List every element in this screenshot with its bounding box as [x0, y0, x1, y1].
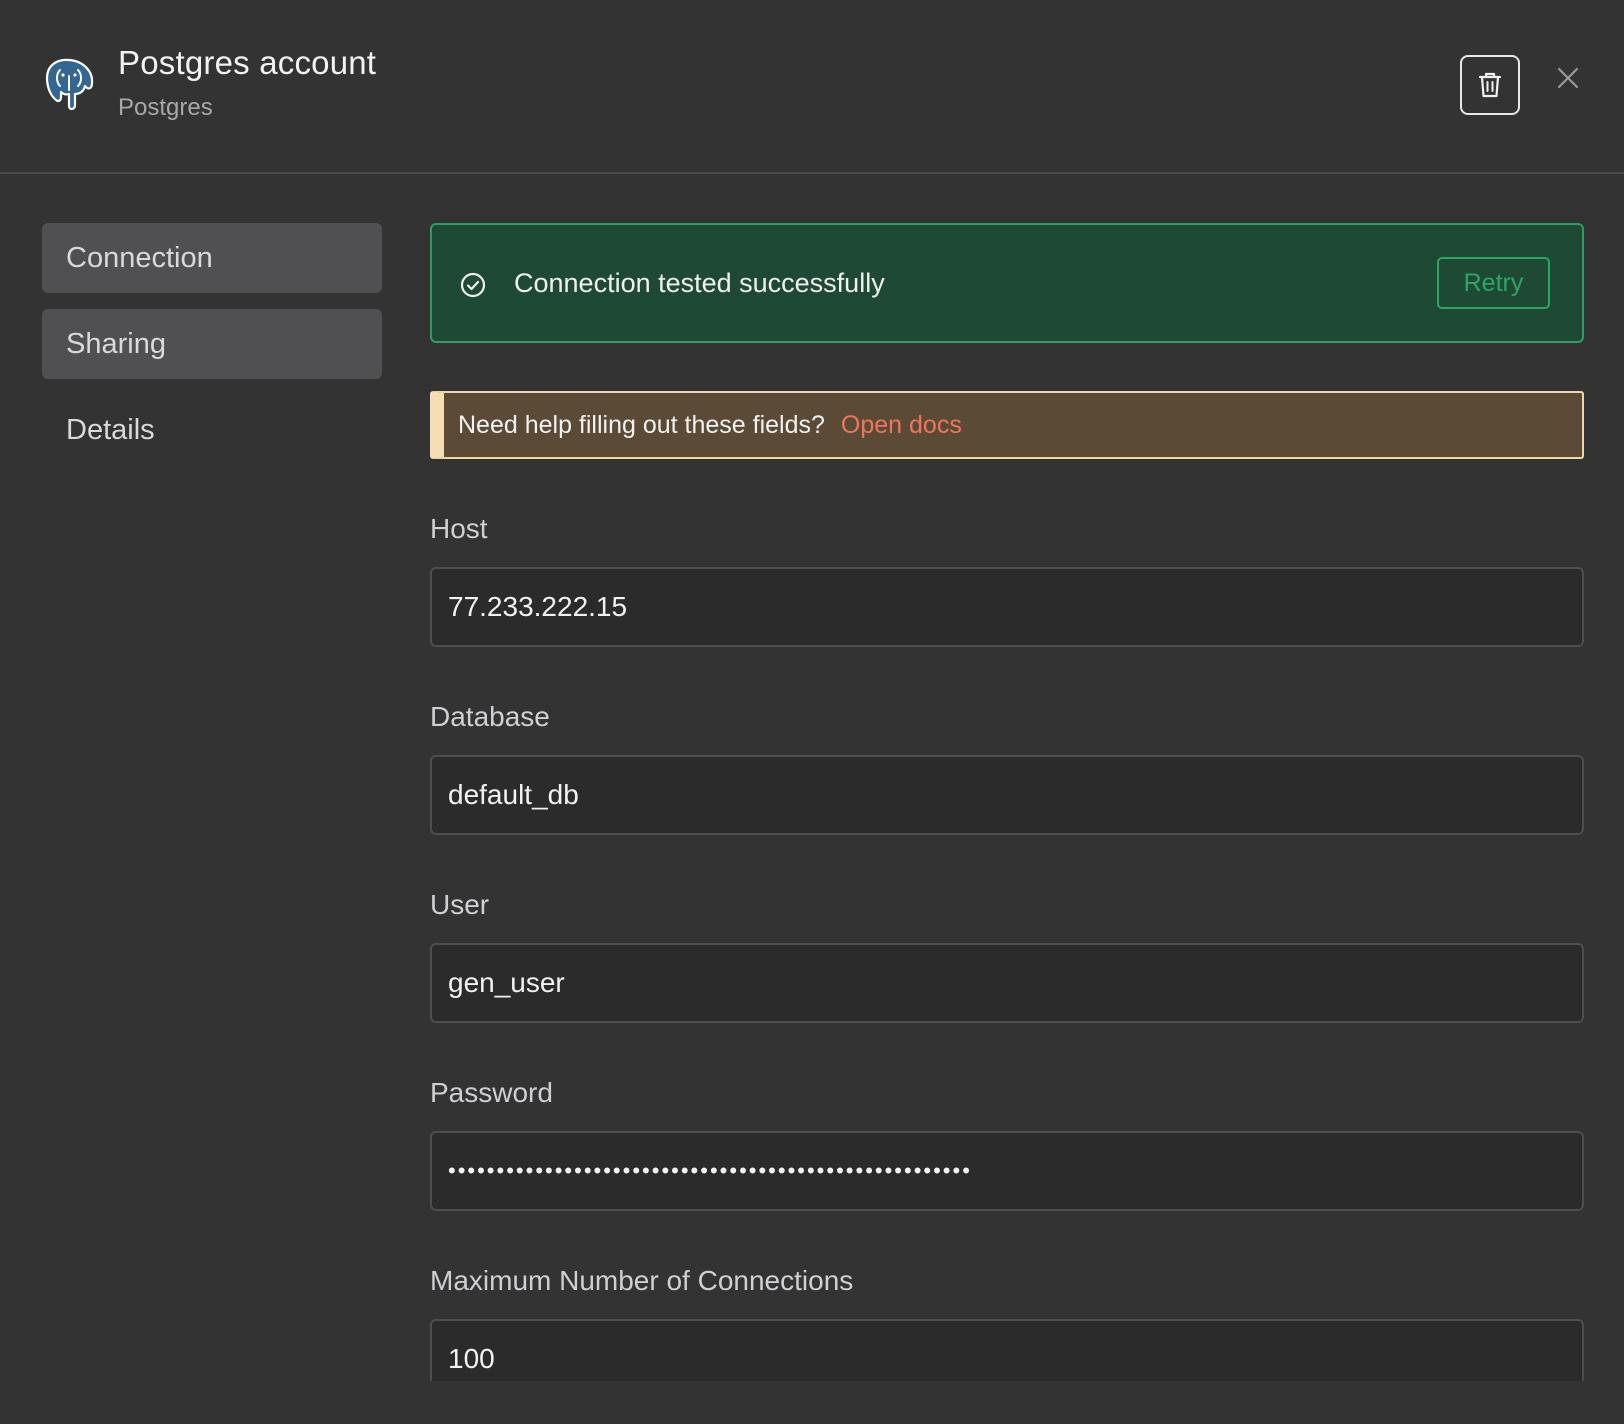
database-label: Database [430, 701, 550, 732]
sidebar-item-connection[interactable]: Connection [42, 223, 382, 293]
connection-status-banner: Connection tested successfully Retry [430, 223, 1584, 343]
retry-button[interactable]: Retry [1437, 257, 1550, 309]
sidebar-item-label: Sharing [66, 327, 166, 360]
help-text: Need help filling out these fields? [458, 410, 825, 439]
sidebar-nav: Connection Sharing Details [42, 223, 382, 481]
user-input[interactable]: gen_user [430, 943, 1584, 1023]
close-button[interactable] [1548, 58, 1588, 98]
modal-subtitle: Postgres [118, 94, 213, 121]
modal-header: Postgres account Postgres [0, 0, 1624, 174]
modal-viewport: Postgres account Postgres Connection Sha… [0, 0, 1624, 1381]
password-field: Password •••••••••••••••••••••••••••••••… [430, 1075, 1584, 1211]
help-callout: Need help filling out these fields? Open… [430, 391, 1584, 459]
status-message: Connection tested successfully [514, 268, 885, 298]
sidebar-item-label: Details [66, 413, 155, 446]
user-label: User [430, 889, 490, 920]
host-input[interactable]: 77.233.222.15 [430, 567, 1584, 647]
connection-form: Connection tested successfully Retry Nee… [430, 223, 1584, 1381]
database-input[interactable]: default_db [430, 755, 1584, 835]
max-connections-label: Maximum Number of Connections [430, 1265, 854, 1296]
host-label: Host [430, 513, 488, 544]
modal-title: Postgres account [118, 44, 377, 81]
credential-modal: Postgres account Postgres Connection Sha… [0, 0, 1624, 1424]
sidebar-item-sharing[interactable]: Sharing [42, 309, 382, 379]
open-docs-link[interactable]: Open docs [841, 411, 962, 440]
close-icon [1557, 67, 1579, 89]
check-circle-icon [460, 272, 486, 298]
database-field: Database default_db [430, 699, 1584, 835]
trash-icon [1478, 72, 1502, 98]
max-connections-field: Maximum Number of Connections 100 [430, 1263, 1584, 1381]
postgres-elephant-icon [45, 58, 94, 111]
sidebar-item-label: Connection [66, 241, 213, 274]
sidebar-item-details[interactable]: Details [42, 395, 382, 465]
host-field: Host 77.233.222.15 [430, 511, 1584, 647]
max-connections-input[interactable]: 100 [430, 1319, 1584, 1381]
password-label: Password [430, 1077, 553, 1108]
user-field: User gen_user [430, 887, 1584, 1023]
delete-button[interactable] [1460, 55, 1520, 115]
password-input[interactable]: ••••••••••••••••••••••••••••••••••••••••… [430, 1131, 1584, 1211]
